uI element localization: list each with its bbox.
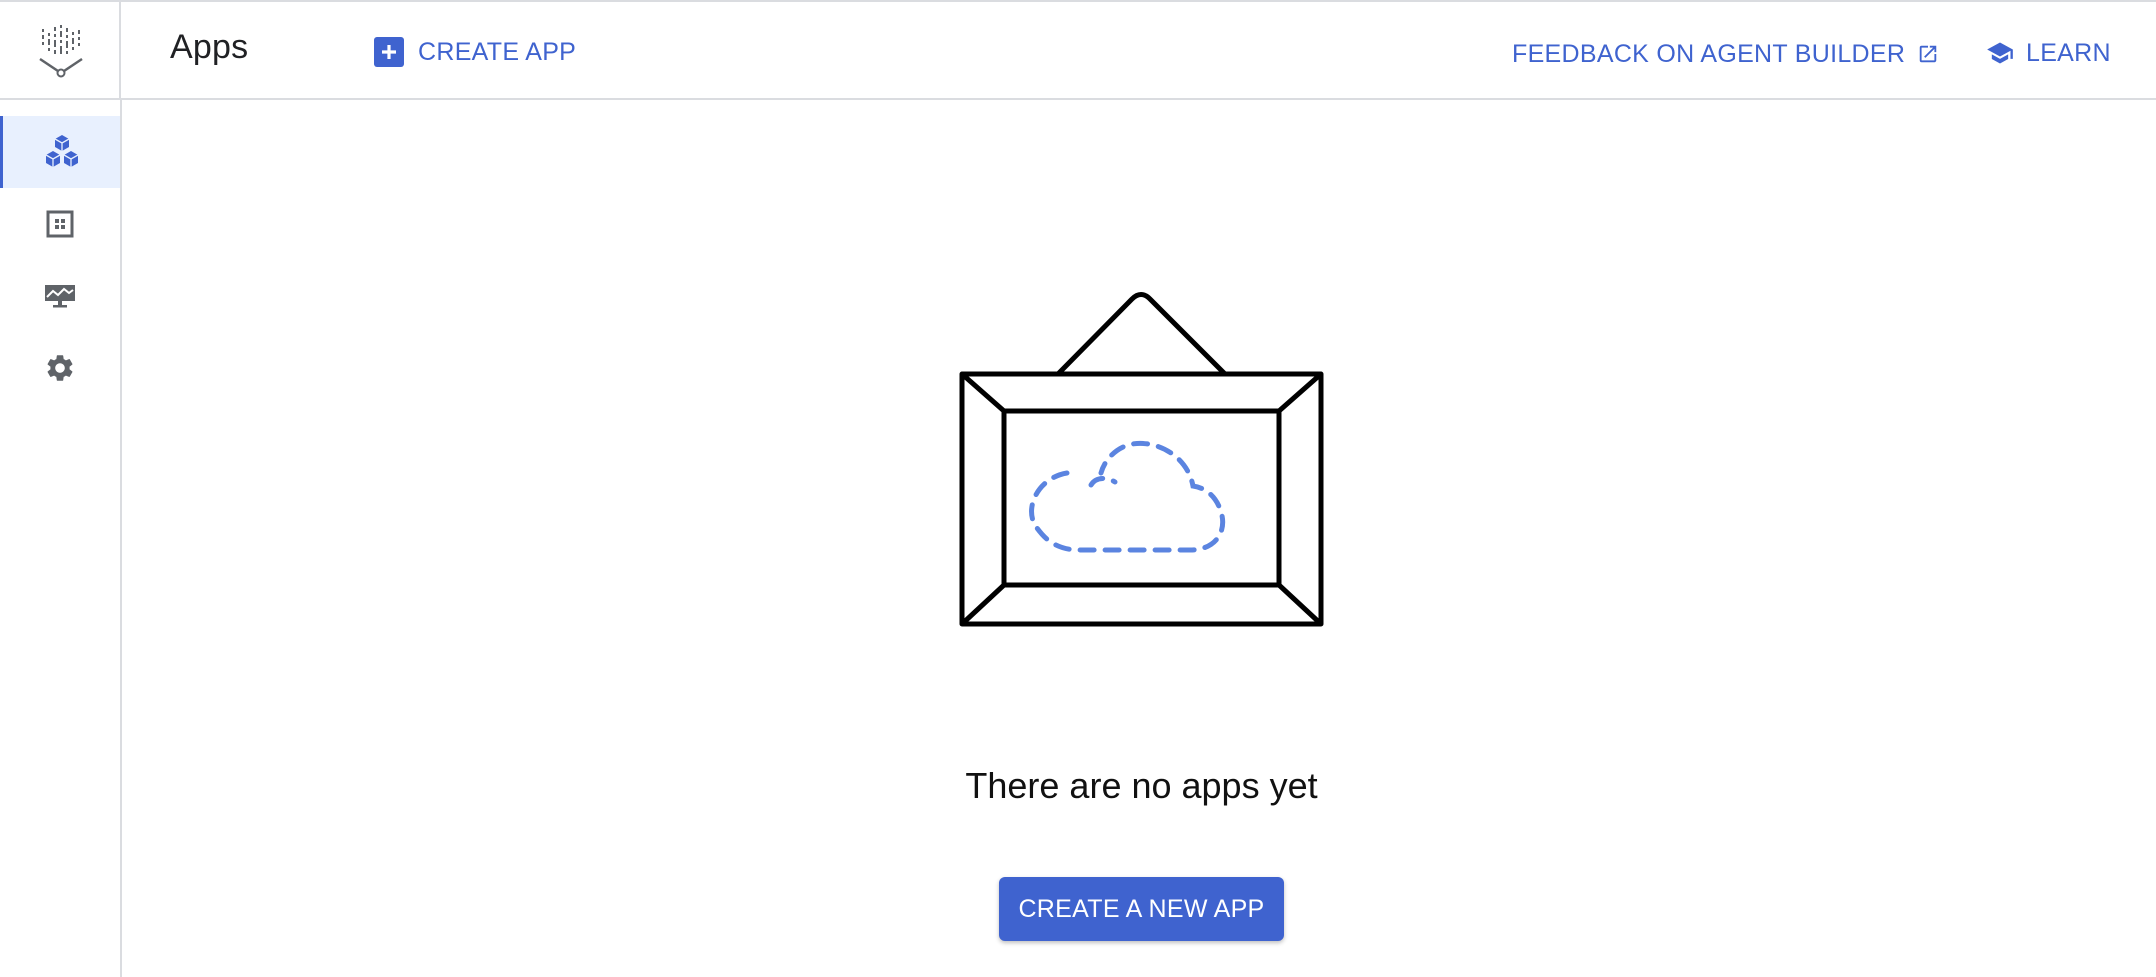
nav-item-settings[interactable]: [0, 332, 120, 404]
feedback-link[interactable]: FEEDBACK ON AGENT BUILDER: [1512, 38, 1939, 70]
empty-frame-illustration: [959, 292, 1324, 627]
nav-item-apps[interactable]: [0, 116, 120, 188]
grid-box-icon: [46, 210, 74, 238]
create-new-app-button[interactable]: CREATE A NEW APP: [999, 877, 1284, 941]
learn-link[interactable]: LEARN: [1984, 36, 2111, 70]
feedback-label: FEEDBACK ON AGENT BUILDER: [1512, 39, 1906, 68]
school-icon: [1987, 42, 2013, 64]
create-app-label: CREATE APP: [418, 37, 577, 66]
nav-item-monitoring[interactable]: [0, 260, 120, 332]
gear-icon: [47, 355, 73, 381]
top-header: Apps CREATE APP FEEDBACK ON AGENT BUILDE…: [0, 0, 2156, 100]
learn-label: LEARN: [2026, 38, 2111, 67]
empty-state-message: There are no apps yet: [965, 765, 1318, 806]
add-box-icon: [374, 37, 404, 67]
create-app-button[interactable]: CREATE APP: [374, 35, 576, 69]
page-title: Apps: [170, 28, 249, 66]
left-nav-rail: [0, 100, 122, 977]
monitor-chart-icon: [45, 285, 75, 308]
open-in-new-icon: [1920, 45, 1937, 63]
product-logo[interactable]: [0, 2, 121, 100]
agent-builder-logo-icon: [38, 25, 83, 78]
app-root: Apps CREATE APP FEEDBACK ON AGENT BUILDE…: [0, 0, 2156, 977]
nav-item-grid[interactable]: [0, 188, 120, 260]
apps-cubes-icon: [45, 135, 78, 167]
